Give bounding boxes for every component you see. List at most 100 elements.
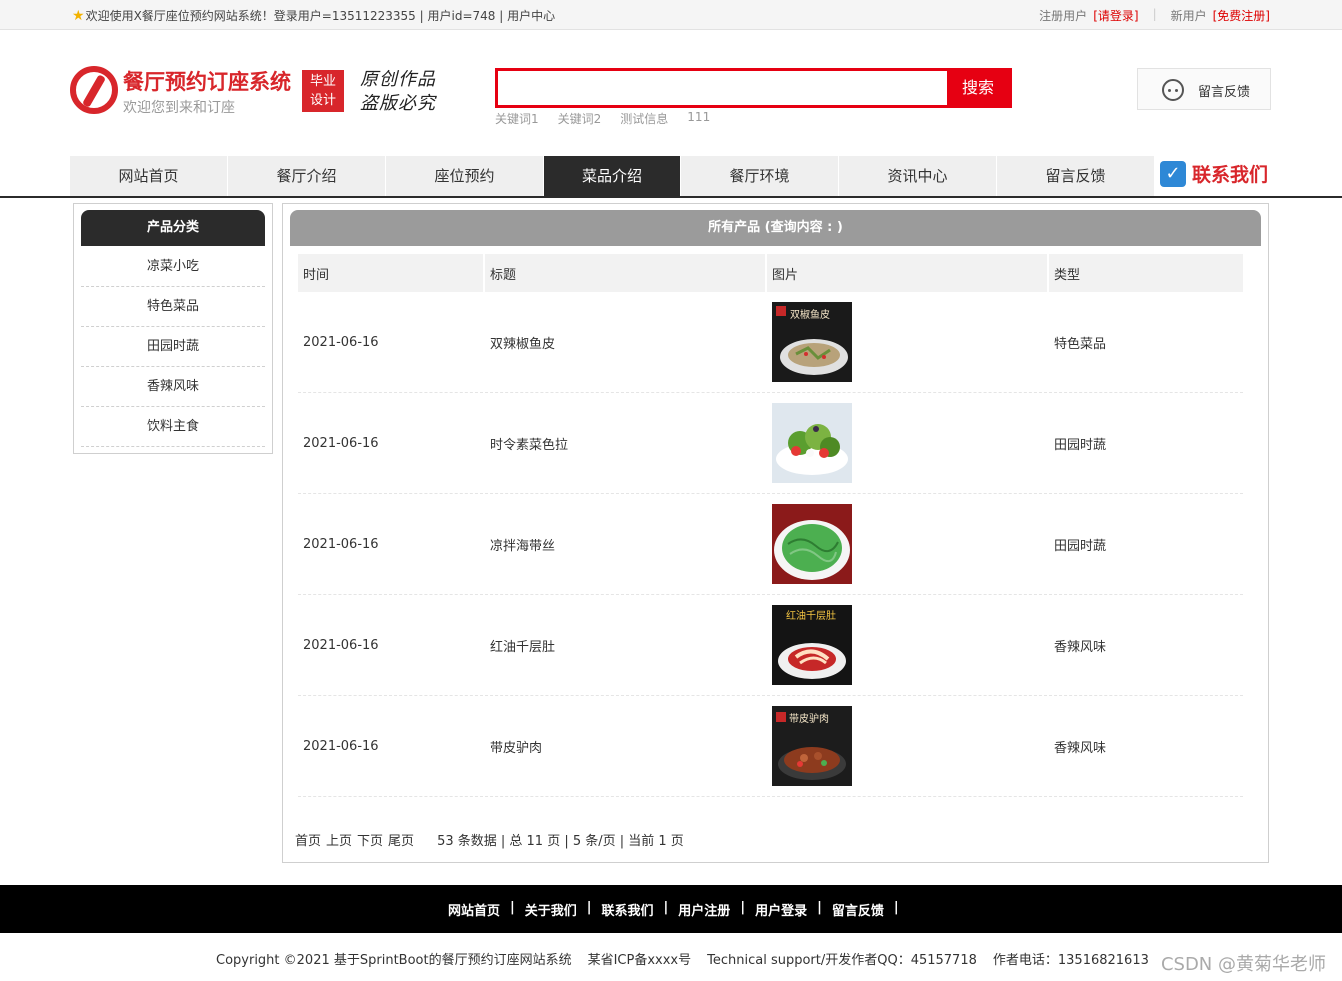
graduation-badge: 毕业 设计 [302,70,344,112]
feedback-button[interactable]: 留言反馈 [1137,68,1271,110]
contact-us-link[interactable]: ✓ 联系我们 [1160,160,1268,187]
nav-item-feedback[interactable]: 留言反馈 [997,156,1155,196]
dish-thumbnail[interactable]: 双椒鱼皮 [772,302,852,382]
footer-bar: 网站首页 | 关于我们 | 联系我们 | 用户注册 | 用户登录 | 留言反馈 | [0,885,1342,933]
category-sidebar: 产品分类 凉菜小吃 特色菜品 田园时蔬 香辣风味 饮料主食 [73,203,273,454]
row-date: 2021-06-16 [298,595,483,696]
table-row: 2021-06-16 带皮驴肉 带皮驴肉 香辣风味 [298,696,1243,797]
phone-text: 作者电话：13516821613 [992,953,1149,968]
column-header-type: 类型 [1049,254,1243,292]
contact-us-label: 联系我们 [1192,164,1269,186]
nav-item-dishes[interactable]: 菜品介绍 [544,156,681,196]
main-nav: 网站首页 餐厅介绍 座位预约 菜品介绍 餐厅环境 资讯中心 留言反馈 [70,156,1155,196]
table-row: 2021-06-16 双辣椒鱼皮 双椒鱼皮 特色菜品 [298,292,1243,393]
dish-thumbnail[interactable] [772,504,852,584]
dish-thumbnail[interactable]: 带皮驴肉 [772,706,852,786]
nav-item-home[interactable]: 网站首页 [70,156,228,196]
nav-item-news[interactable]: 资讯中心 [839,156,997,196]
row-type: 特色菜品 [1049,292,1243,393]
search-input[interactable] [498,71,950,105]
watermark: CSDN @黄菊华老师 [1160,954,1326,975]
sidebar-title: 产品分类 [81,210,265,246]
svg-text:红油千层肚: 红油千层肚 [786,609,836,622]
row-title[interactable]: 时令素菜色拉 [485,393,765,494]
table-header-row: 时间 标题 图片 类型 [298,254,1243,292]
row-date: 2021-06-16 [298,393,483,494]
footer-link-login[interactable]: 用户登录 [755,900,807,919]
pagination-info: 53 条数据 | 总 11 页 | 5 条/页 | 当前 1 页 [437,834,684,849]
badge-line-2: 设计 [309,93,336,108]
dish-thumbnail[interactable]: 红油千层肚 [772,605,852,685]
slogan: 原创作品 盗版必究 [360,68,436,116]
sidebar-item-vegetables[interactable]: 田园时蔬 [81,327,265,367]
keyword-link[interactable]: 关键词1 [495,110,539,127]
login-link[interactable]: [请登录] [1093,7,1138,24]
free-register-link[interactable]: [免费注册] [1213,7,1270,24]
row-title[interactable]: 双辣椒鱼皮 [485,292,765,393]
sidebar-item-cold-dishes[interactable]: 凉菜小吃 [81,247,265,287]
column-header-date: 时间 [298,254,483,292]
row-date: 2021-06-16 [298,696,483,797]
row-image[interactable]: 带皮驴肉 [767,696,1047,797]
svg-text:带皮驴肉: 带皮驴肉 [789,712,829,725]
sidebar-item-drinks[interactable]: 饮料主食 [81,407,265,447]
account-links: 注册用户 [请登录] | 新用户 [免费注册] [1039,7,1270,24]
svg-text:双椒鱼皮: 双椒鱼皮 [790,308,830,321]
star-icon: ★ [72,7,85,24]
hot-keywords: 关键词1 关键词2 测试信息 111 [495,110,710,127]
icp-text: 某省ICP备xxxx号 [587,953,692,968]
prev-page-link[interactable]: 上页 [326,830,352,849]
copyright-line: Copyright ©2021 基于SprintBoot的餐厅预约订座网站系统 … [216,949,1149,968]
divider: | [893,900,899,915]
top-bar: ★ 欢迎使用X餐厅座位预约网站系统！登录用户=13511223355 | 用户i… [0,0,1342,30]
checkmark-icon: ✓ [1160,160,1186,187]
slogan-line-2: 盗版必究 [360,93,436,114]
sidebar-item-spicy[interactable]: 香辣风味 [81,367,265,407]
panel-title: 所有产品 (查询内容 : ) [290,210,1261,246]
logo-icon[interactable] [70,66,118,114]
welcome-area: ★ 欢迎使用X餐厅座位预约网站系统！登录用户=13511223355 | 用户i… [72,7,555,24]
footer-links: 网站首页 | 关于我们 | 联系我们 | 用户注册 | 用户登录 | 留言反馈 | [448,900,909,919]
search-button[interactable]: 搜索 [947,68,1009,108]
row-type: 香辣风味 [1049,595,1243,696]
feedback-label: 留言反馈 [1198,85,1251,100]
row-title[interactable]: 红油千层肚 [485,595,765,696]
dish-thumbnail[interactable] [772,403,852,483]
sidebar-item-specialty[interactable]: 特色菜品 [81,287,265,327]
row-image[interactable] [767,494,1047,595]
row-image[interactable]: 红油千层肚 [767,595,1047,696]
footer-link-contact[interactable]: 联系我们 [602,900,654,919]
last-page-link[interactable]: 尾页 [388,830,414,849]
pagination: 首页 上页 下页 尾页 53 条数据 | 总 11 页 | 5 条/页 | 当前… [295,830,684,849]
new-user-label: 新用户 [1170,9,1207,23]
next-page-link[interactable]: 下页 [357,830,383,849]
badge-line-1: 毕业 [309,74,336,89]
keyword-link[interactable]: 111 [687,110,710,127]
product-panel: 所有产品 (查询内容 : ) 时间 标题 图片 类型 2021-06-16 双辣… [282,203,1269,863]
row-type: 田园时蔬 [1049,393,1243,494]
product-table: 时间 标题 图片 类型 2021-06-16 双辣椒鱼皮 双椒鱼皮 特色菜品 2… [296,254,1245,797]
keyword-link[interactable]: 关键词2 [558,110,602,127]
row-image[interactable]: 双椒鱼皮 [767,292,1047,393]
footer-link-register[interactable]: 用户注册 [678,900,730,919]
row-title[interactable]: 凉拌海带丝 [485,494,765,595]
nav-divider [0,196,1342,198]
first-page-link[interactable]: 首页 [295,830,321,849]
footer-link-feedback[interactable]: 留言反馈 [832,900,884,919]
nav-item-seat-booking[interactable]: 座位预约 [386,156,544,196]
row-date: 2021-06-16 [298,494,483,595]
row-type: 香辣风味 [1049,696,1243,797]
footer-link-home[interactable]: 网站首页 [448,900,500,919]
row-date: 2021-06-16 [298,292,483,393]
search-box: 搜索 [495,68,1012,108]
keyword-link[interactable]: 测试信息 [620,110,668,127]
slogan-line-1: 原创作品 [360,69,436,90]
nav-item-environment[interactable]: 餐厅环境 [681,156,839,196]
divider: | [510,900,515,915]
column-header-image: 图片 [767,254,1047,292]
row-image[interactable] [767,393,1047,494]
nav-item-restaurant-intro[interactable]: 餐厅介绍 [228,156,386,196]
row-title[interactable]: 带皮驴肉 [485,696,765,797]
footer-link-about[interactable]: 关于我们 [525,900,577,919]
support-text: Technical support/开发作者QQ：45157718 [707,953,977,968]
